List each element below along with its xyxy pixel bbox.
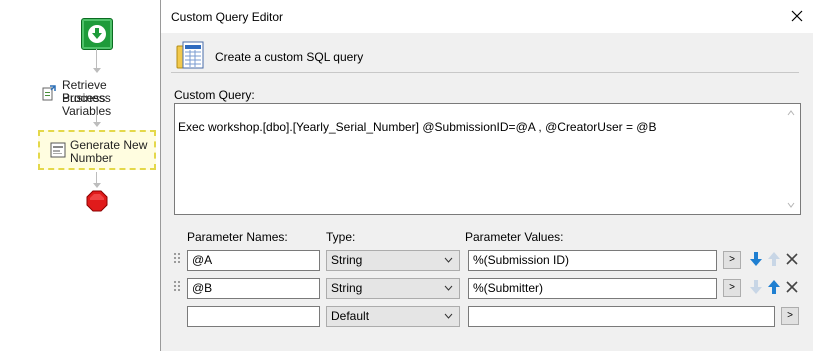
drag-handle-icon[interactable] <box>174 281 180 291</box>
move-up-icon <box>768 252 780 266</box>
browse-button[interactable]: > <box>723 251 741 269</box>
delete-icon[interactable] <box>784 251 800 267</box>
type-select-value: Default <box>331 309 370 323</box>
title-bar: Custom Query Editor <box>161 0 813 33</box>
delete-icon[interactable] <box>784 279 800 295</box>
chevron-down-icon[interactable] <box>787 202 795 208</box>
custom-query-label: Custom Query: <box>174 88 255 102</box>
chevron-down-icon <box>444 313 453 319</box>
parameter-value-input[interactable] <box>468 306 775 327</box>
type-select-value: String <box>331 253 363 267</box>
connector-line <box>96 49 97 69</box>
move-down-icon <box>750 280 762 294</box>
vertical-scrollbar[interactable] <box>783 104 800 214</box>
connector-arrow <box>93 183 101 188</box>
type-select-value: String <box>331 281 363 295</box>
parameter-names-header: Parameter Names: <box>187 230 288 244</box>
stop-icon[interactable] <box>86 190 108 212</box>
separator <box>171 72 799 73</box>
browse-button[interactable]: > <box>781 307 799 325</box>
chevron-down-icon <box>444 257 453 263</box>
node-label-line2: Process Variables <box>62 91 112 118</box>
query-text: Exec workshop.[dbo].[Yearly_Serial_Numbe… <box>178 120 657 134</box>
parameter-values-header: Parameter Values: <box>465 230 564 244</box>
move-up-icon[interactable] <box>766 279 782 295</box>
parameter-value-input[interactable]: %(Submitter) <box>468 278 717 299</box>
retrieve-business-process-variables-node[interactable]: Retrieve Business Process Variables <box>40 78 155 118</box>
browse-button[interactable]: > <box>723 279 741 297</box>
parameter-name-input[interactable]: @A <box>187 250 320 271</box>
move-down-icon[interactable] <box>748 251 764 267</box>
generate-new-number-node[interactable]: Generate New Number <box>38 130 156 170</box>
workflow-canvas: Retrieve Business Process Variables Gene… <box>0 0 160 351</box>
drag-handle-icon[interactable] <box>174 253 180 263</box>
close-icon <box>791 10 803 22</box>
custom-query-editor-dialog: Custom Query Editor Create a custom SQL … <box>160 0 813 351</box>
connector-arrow <box>93 122 101 127</box>
type-select[interactable]: Default <box>326 306 460 327</box>
close-button[interactable] <box>784 4 810 28</box>
type-header: Type: <box>326 230 356 244</box>
parameter-value-input[interactable]: %(Submission ID) <box>468 250 717 271</box>
parameter-name-input[interactable]: @B <box>187 278 320 299</box>
sql-query-icon <box>50 142 66 158</box>
custom-query-textarea[interactable]: Exec workshop.[dbo].[Yearly_Serial_Numbe… <box>174 103 801 215</box>
type-select[interactable]: String <box>326 250 460 271</box>
dialog-title: Custom Query Editor <box>171 10 284 24</box>
chevron-up-icon[interactable] <box>787 110 795 116</box>
chevron-down-icon <box>444 285 453 291</box>
connector-arrow <box>93 68 101 73</box>
node-label-line2: Number <box>70 151 113 165</box>
down-arrow-icon <box>92 28 102 39</box>
header-panel: Create a custom SQL query <box>171 38 799 74</box>
start-node[interactable] <box>81 18 113 50</box>
variables-icon <box>42 85 56 101</box>
sql-editor-icon <box>176 41 204 69</box>
header-text: Create a custom SQL query <box>215 50 364 64</box>
type-select[interactable]: String <box>326 278 460 299</box>
parameter-name-input[interactable] <box>187 306 320 327</box>
